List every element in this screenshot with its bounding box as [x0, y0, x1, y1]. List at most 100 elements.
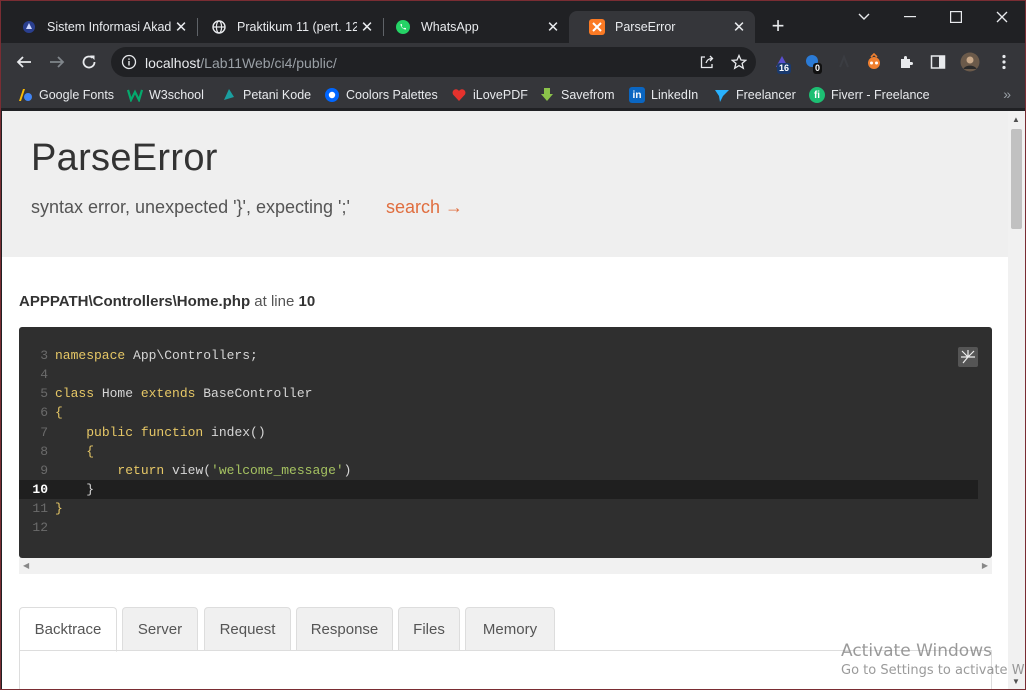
w3schools-icon: [127, 87, 143, 103]
code-line: 7 public function index(): [19, 423, 978, 442]
search-link[interactable]: search →: [386, 197, 463, 218]
code-text: }: [55, 501, 63, 516]
fiverr-icon: fi: [809, 87, 825, 103]
extension-3-icon[interactable]: [833, 51, 855, 73]
maximize-icon[interactable]: [933, 5, 979, 29]
browser-tab-sistem-informasi[interactable]: Sistem Informasi Akad ✕: [1, 11, 197, 43]
source-code-block: 3 namespace App\Controllers; 4 5 class H…: [19, 327, 992, 558]
tab-search-chevron-icon[interactable]: [841, 5, 887, 29]
sparkle-icon[interactable]: [958, 347, 978, 367]
extension-2-icon[interactable]: 0: [801, 51, 823, 74]
browser-window: Sistem Informasi Akad ✕ Praktikum 11 (pe…: [0, 0, 1026, 690]
tab-memory[interactable]: Memory: [465, 607, 555, 651]
extension-badge: 16: [777, 63, 792, 74]
tab-title: Sistem Informasi Akad: [47, 20, 171, 34]
tab-backtrace[interactable]: Backtrace: [19, 607, 117, 652]
scrollbar-thumb[interactable]: [1011, 129, 1022, 229]
bookmark-label: Coolors Palettes: [346, 88, 438, 102]
bookmark-coolors[interactable]: Coolors Palettes: [324, 85, 438, 105]
error-location: APPPATH\Controllers\Home.php at line 10: [19, 293, 315, 310]
browser-toolbar: localhost/Lab11Web/ci4/public/ 16 0: [1, 43, 1025, 81]
star-icon[interactable]: [730, 53, 748, 70]
close-window-icon[interactable]: [979, 5, 1025, 29]
tab-title: ParseError: [615, 20, 676, 34]
menu-kebab-icon[interactable]: [993, 51, 1015, 73]
tab-files[interactable]: Files: [398, 607, 460, 651]
ilovepdf-icon: [451, 87, 467, 103]
savefrom-icon: [539, 87, 555, 103]
forward-arrow-icon[interactable]: [45, 50, 69, 74]
bookmark-fiverr[interactable]: fi Fiverr - Freelance: [809, 85, 930, 105]
line-number: 8: [40, 444, 48, 459]
bookmark-label: LinkedIn: [651, 88, 699, 102]
whatsapp-icon: [395, 19, 411, 35]
code-text: class Home extends BaseController: [55, 386, 313, 401]
xampp-icon: [589, 19, 605, 35]
university-icon: [21, 19, 37, 35]
browser-tab-praktikum[interactable]: Praktikum 11 (pert. 12) ✕: [191, 11, 383, 43]
tab-server[interactable]: Server: [122, 607, 198, 651]
bookmark-linkedin[interactable]: in LinkedIn: [629, 85, 698, 105]
code-text: {: [55, 405, 63, 420]
url-host: localhost: [145, 55, 201, 71]
bookmark-label: Fiverr - Freelance: [831, 88, 930, 102]
tab-response[interactable]: Response: [296, 607, 393, 651]
url-text: localhost/Lab11Web/ci4/public/: [145, 55, 337, 71]
browser-tab-parseerror[interactable]: ParseError ✕: [569, 11, 755, 43]
bookmark-label: Freelancer: [736, 88, 796, 102]
line-number: 4: [40, 367, 48, 382]
close-icon[interactable]: ✕: [729, 17, 749, 37]
browser-tab-whatsapp[interactable]: WhatsApp ✕: [375, 11, 569, 43]
line-number: 11: [32, 501, 48, 516]
profile-avatar-icon[interactable]: [959, 51, 981, 73]
scroll-left-icon[interactable]: ◀: [23, 561, 29, 570]
bookmarks-overflow-icon[interactable]: »: [1003, 86, 1011, 102]
bookmark-savefrom[interactable]: Savefrom: [539, 85, 615, 105]
error-message: syntax error, unexpected '}', expecting …: [31, 197, 350, 217]
activate-windows-watermark: Activate Windows Go to Settings to activ…: [841, 641, 1025, 678]
side-panel-icon[interactable]: [927, 51, 949, 73]
extensions-puzzle-icon[interactable]: [895, 51, 917, 73]
extension-1-icon[interactable]: 16: [771, 51, 793, 74]
close-icon[interactable]: ✕: [543, 17, 563, 37]
globe-icon: [211, 19, 227, 35]
error-line-number: 10: [298, 293, 316, 310]
address-bar[interactable]: localhost/Lab11Web/ci4/public/: [111, 47, 756, 77]
vertical-scrollbar[interactable]: ▲ ▼: [1008, 111, 1025, 689]
bookmarks-bar: Google Fonts W3school Petani Kode Coolor…: [1, 81, 1025, 109]
bookmark-label: iLovePDF: [473, 88, 528, 102]
bookmark-google-fonts[interactable]: Google Fonts: [17, 85, 114, 105]
extension-4-icon[interactable]: [863, 51, 885, 73]
scroll-down-icon[interactable]: ▼: [1012, 677, 1020, 686]
bookmark-freelancer[interactable]: Freelancer: [714, 85, 796, 105]
coolors-icon: [324, 87, 340, 103]
close-icon[interactable]: ✕: [171, 17, 191, 37]
reload-icon[interactable]: [77, 50, 101, 74]
code-line: 3 namespace App\Controllers;: [19, 346, 978, 365]
bookmark-ilovepdf[interactable]: iLovePDF: [451, 85, 528, 105]
code-line: 9 return view('welcome_message'): [19, 461, 978, 480]
share-icon[interactable]: [699, 54, 715, 70]
tab-title: Praktikum 11 (pert. 12): [237, 20, 357, 34]
bookmark-petani-kode[interactable]: Petani Kode: [221, 85, 311, 105]
bookmark-label: Google Fonts: [39, 88, 115, 102]
close-icon[interactable]: ✕: [357, 17, 377, 37]
line-number: 5: [40, 386, 48, 401]
horizontal-scrollbar[interactable]: ◀ ▶: [19, 558, 992, 574]
tab-request[interactable]: Request: [204, 607, 291, 651]
scroll-right-icon[interactable]: ▶: [982, 561, 988, 570]
new-tab-button[interactable]: +: [766, 15, 790, 39]
info-icon[interactable]: [121, 54, 137, 70]
minimize-icon[interactable]: [887, 5, 933, 29]
bookmark-label: W3school: [149, 88, 204, 102]
scroll-up-icon[interactable]: ▲: [1012, 115, 1020, 124]
linkedin-icon: in: [629, 87, 645, 103]
tab-strip: Sistem Informasi Akad ✕ Praktikum 11 (pe…: [1, 1, 1025, 46]
line-number: 7: [40, 425, 48, 440]
code-text: }: [55, 482, 95, 497]
code-text: return view('welcome_message'): [117, 463, 352, 478]
back-arrow-icon[interactable]: [12, 50, 36, 74]
error-title: ParseError: [31, 137, 218, 179]
bookmark-w3school[interactable]: W3school: [127, 85, 204, 105]
code-line: 8 {: [19, 442, 978, 461]
